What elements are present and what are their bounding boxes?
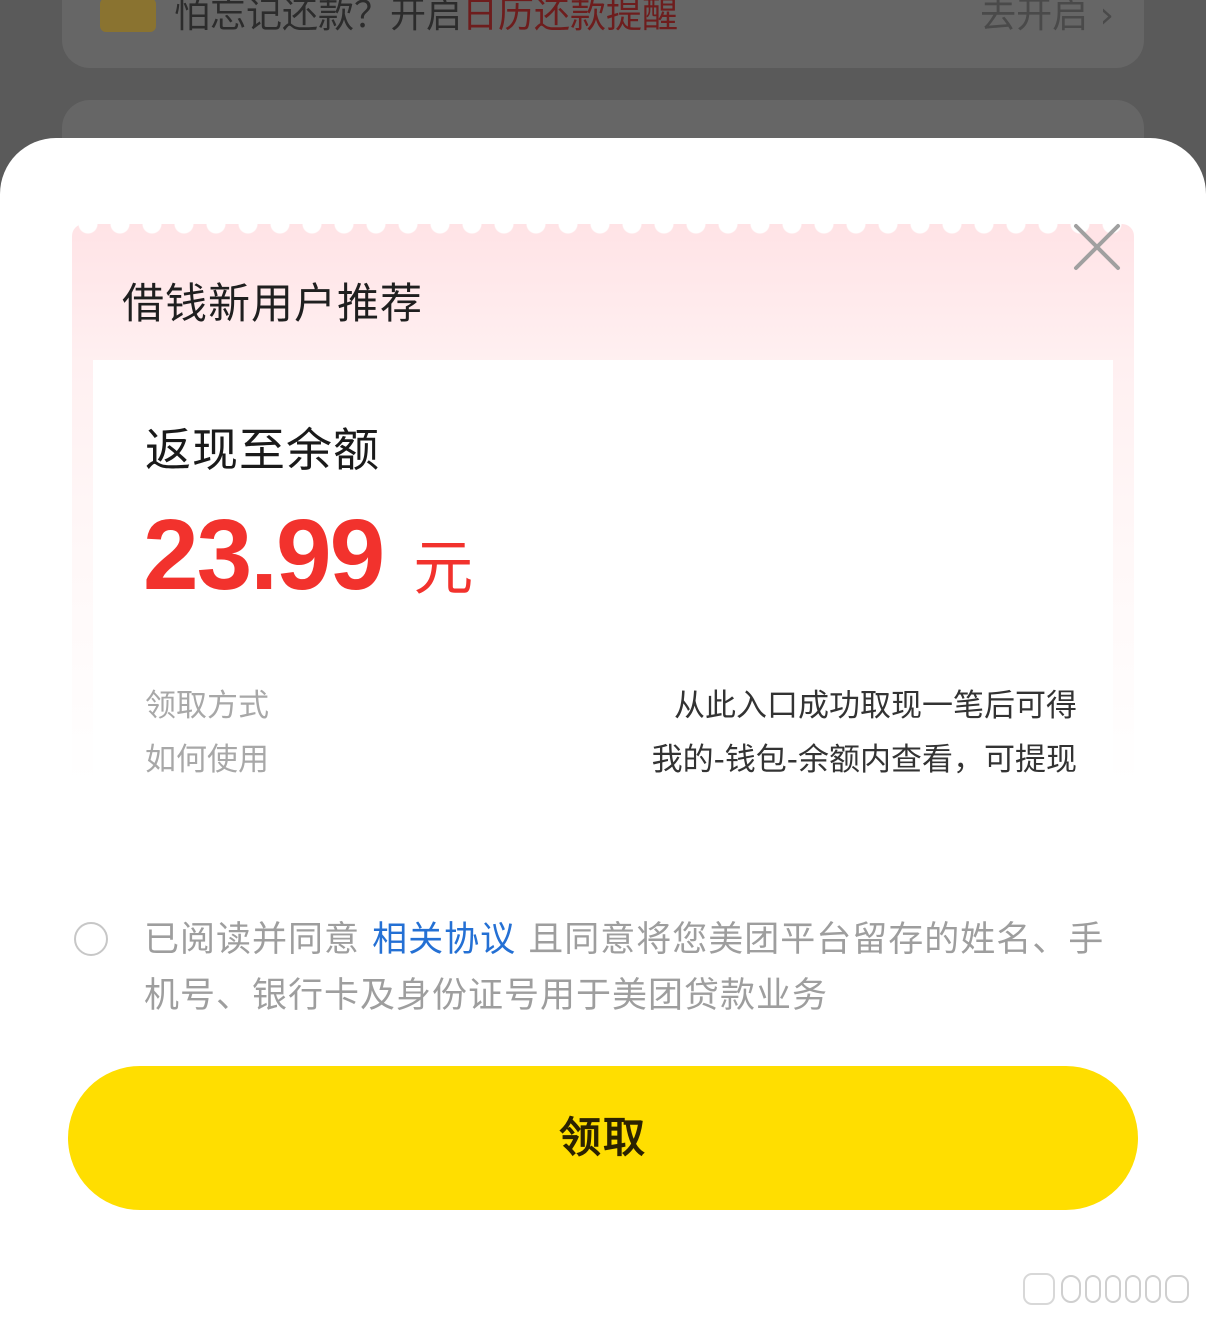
- info-row-claim-method: 领取方式 从此入口成功取现一笔后可得: [145, 686, 1077, 726]
- info-value: 从此入口成功取现一笔后可得: [674, 688, 1077, 724]
- agreement-link[interactable]: 相关协议: [372, 920, 516, 960]
- info-label: 领取方式: [145, 688, 269, 724]
- calendar-check-icon: [100, 0, 156, 32]
- agreement-text: 已阅读并同意 相关协议 且同意将您美团平台留存的姓名、手机号、银行卡及身份证号用…: [144, 912, 1134, 1024]
- amount-unit: 元: [413, 534, 474, 604]
- repayment-reminder-card: 怕忘记还款？开启日历还款提醒 去开启 ›: [62, 0, 1144, 68]
- amount-row: 23.99 元: [143, 505, 473, 605]
- enable-reminder-link: 去开启 ›: [980, 0, 1114, 36]
- close-icon: [1074, 224, 1120, 270]
- promo-bottom-sheet: 借钱新用户推荐 返现至余额 23.99 元 领取方式 从此入口成功取现一笔后可得 …: [0, 138, 1206, 1320]
- info-label: 如何使用: [145, 742, 269, 778]
- reminder-highlight: 日历还款提醒: [462, 0, 679, 36]
- scallop-edge: [72, 224, 1134, 236]
- agreement-prefix: 已阅读并同意: [144, 920, 373, 960]
- close-button[interactable]: [1070, 220, 1124, 274]
- sheet-title: 借钱新用户推荐: [122, 279, 424, 328]
- cashback-amount: 23.99: [143, 499, 385, 611]
- claim-button[interactable]: 领取: [68, 1066, 1138, 1210]
- info-value: 我的-钱包-余额内查看，可提现: [651, 742, 1077, 778]
- cashback-label: 返现至余额: [145, 423, 380, 477]
- info-row-how-to-use: 如何使用 我的-钱包-余额内查看，可提现: [145, 740, 1077, 780]
- cashback-card: 返现至余额 23.99 元 领取方式 从此入口成功取现一笔后可得 如何使用 我的-…: [93, 360, 1113, 780]
- reminder-text: 怕忘记还款？开启日历还款提醒: [174, 0, 678, 38]
- agreement-checkbox[interactable]: [74, 922, 108, 956]
- watermark-logo: [1023, 1273, 1189, 1305]
